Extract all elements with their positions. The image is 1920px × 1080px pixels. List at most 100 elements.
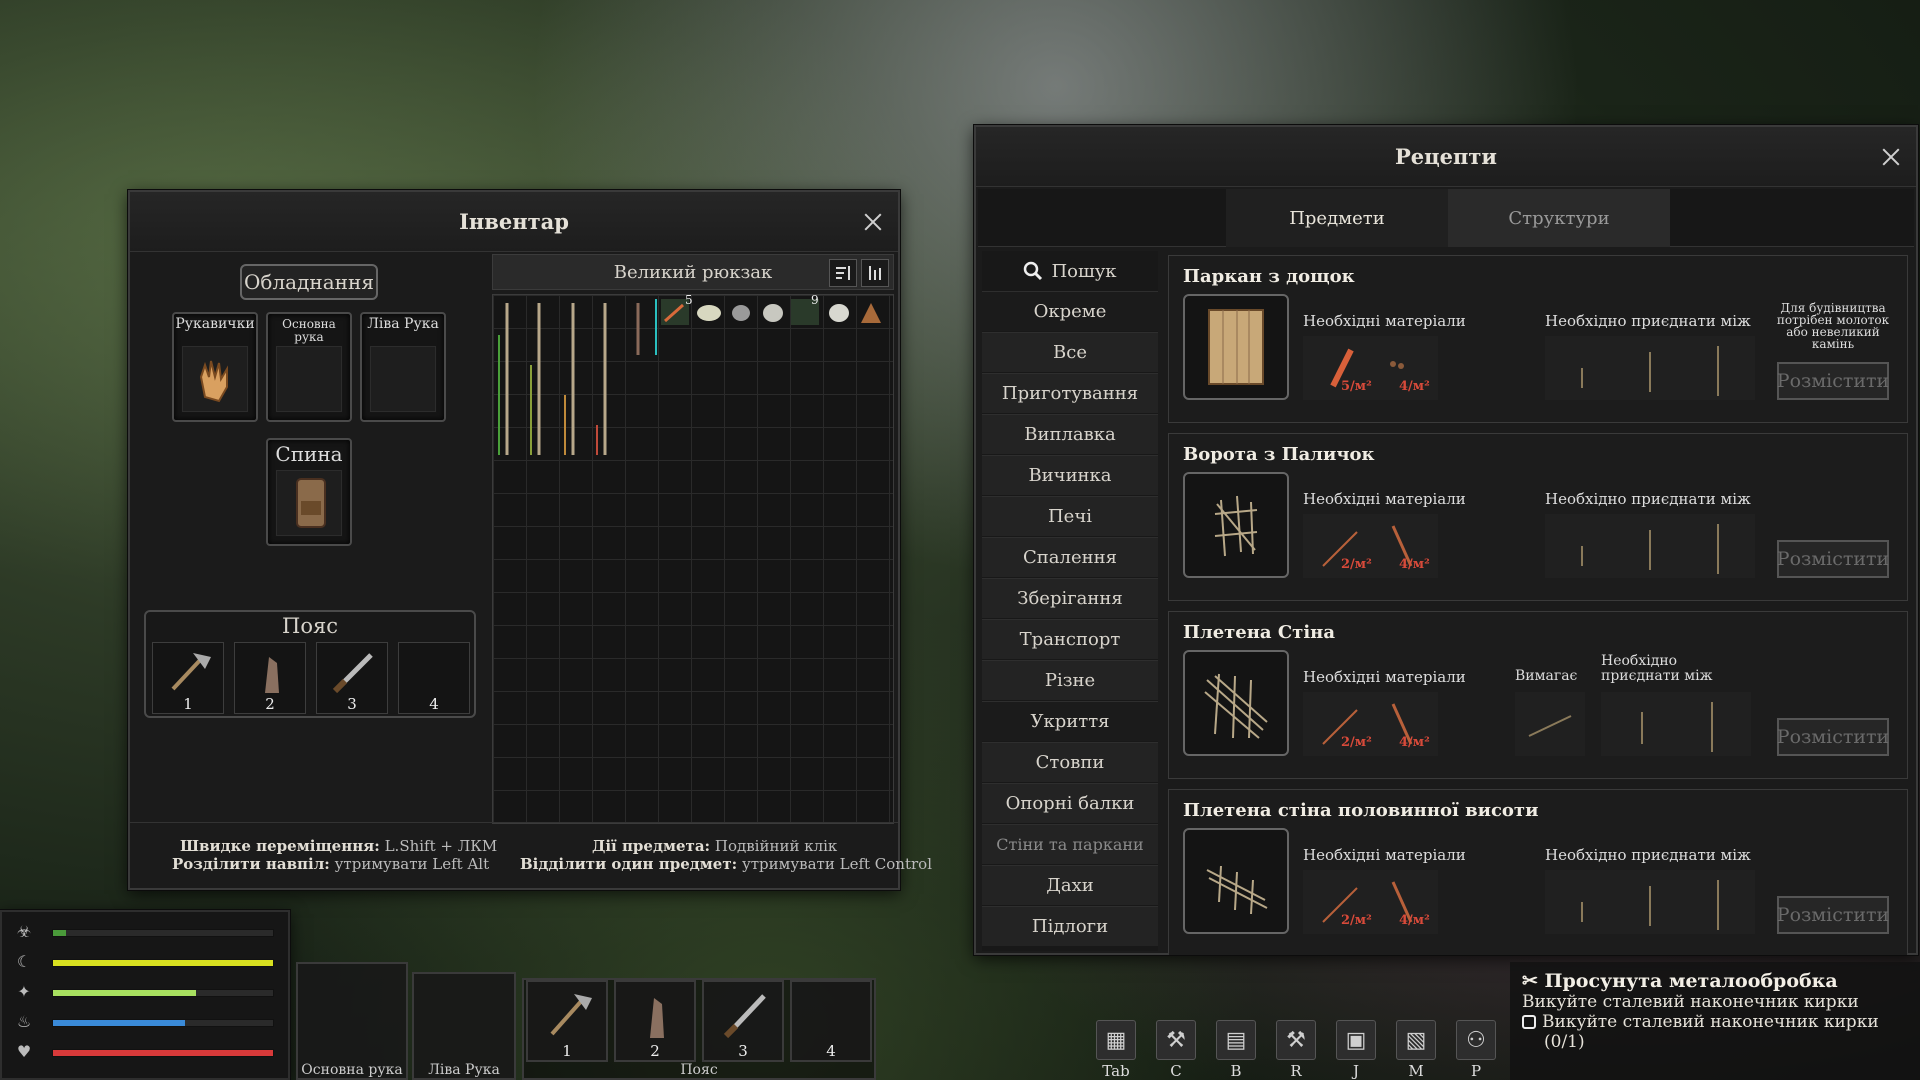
category-6[interactable]: Спалення	[982, 537, 1158, 577]
category-15[interactable]: Підлоги	[982, 906, 1158, 946]
backpack-item[interactable]	[276, 470, 342, 536]
status-row: ☣	[12, 922, 282, 944]
attach-box	[1545, 514, 1755, 578]
left-hand-empty	[370, 346, 436, 412]
category-7[interactable]: Зберігання	[982, 578, 1158, 618]
belt-slot-number: 3	[347, 695, 357, 713]
hint-value: утримувати Left Alt	[334, 855, 490, 873]
hotbar-number: 2	[650, 1042, 660, 1060]
category-2[interactable]: Приготування	[982, 373, 1158, 413]
category-13[interactable]: Стіни та паркани	[982, 824, 1158, 864]
belt-slot-2[interactable]: 2	[234, 642, 306, 714]
material-qty: 2/м²	[1341, 913, 1372, 928]
category-11[interactable]: Стовпи	[982, 742, 1158, 782]
material-qty: 4/м²	[1399, 557, 1430, 572]
category-10[interactable]: Укриття	[982, 701, 1158, 741]
hotbar-slot-3[interactable]: 3	[702, 980, 784, 1062]
belt-slot-4[interactable]: 4	[398, 642, 470, 714]
backpack-grid[interactable]: 5 9	[492, 293, 894, 824]
material-qty: 4/м²	[1399, 913, 1430, 928]
inventory-close-icon[interactable]	[862, 211, 884, 233]
resource-item[interactable]	[763, 304, 783, 322]
sort-icon[interactable]	[829, 259, 857, 287]
recipe-name: Плетена Стіна	[1183, 622, 1336, 643]
status-bar	[52, 929, 274, 937]
quest-icon: ✂	[1522, 970, 1538, 992]
category-8[interactable]: Транспорт	[982, 619, 1158, 659]
quick-key-label: B	[1230, 1062, 1242, 1080]
belt-slot-3[interactable]: 3	[316, 642, 388, 714]
recipes-tabs: Предмети Структури	[978, 189, 1914, 247]
material-qty: 2/м²	[1341, 557, 1372, 572]
hotbar-number: 3	[738, 1042, 748, 1060]
category-1[interactable]: Все	[982, 332, 1158, 372]
hotbar-main-hand[interactable]: Основна рука	[296, 962, 408, 1080]
hotbar-slot-4[interactable]: 4	[790, 980, 872, 1062]
quest-tracker: ✂ Просунута металообробка Викуйте сталев…	[1510, 962, 1920, 1080]
place-button[interactable]: Розмістити	[1777, 362, 1889, 400]
hint-value: L.Shift + ЛКМ	[384, 837, 498, 855]
quick-key-0[interactable]: ▦ Tab	[1094, 1020, 1138, 1080]
resource-item[interactable]	[732, 305, 750, 321]
category-12[interactable]: Опорні балки	[982, 783, 1158, 823]
gloves-item[interactable]	[182, 346, 248, 412]
gloves-slot[interactable]: Рукавички	[172, 312, 258, 422]
equipment-panel: Обладнання Рукавички Основна рука Ліва Р…	[130, 254, 488, 824]
quick-key-icon: ▦	[1096, 1020, 1136, 1060]
quick-key-4[interactable]: ▣ J	[1334, 1020, 1378, 1080]
quick-key-1[interactable]: ⚒ C	[1154, 1020, 1198, 1080]
category-3[interactable]: Виплавка	[982, 414, 1158, 454]
recipe-card[interactable]: Паркан з дощок Необхідні матеріали 5/м² 4/м…	[1168, 255, 1908, 423]
hotbar-slot-1[interactable]: 1	[526, 980, 608, 1062]
category-9[interactable]: Різне	[982, 660, 1158, 700]
status-bar-fill	[53, 990, 196, 996]
recipe-preview-icon	[1183, 650, 1289, 756]
attach-label: Необхідно приєднати між	[1601, 653, 1713, 684]
attach-box	[1545, 870, 1755, 934]
place-button[interactable]: Розмістити	[1777, 718, 1889, 756]
hotbar-slot-2[interactable]: 2	[614, 980, 696, 1062]
back-slot[interactable]: Спина	[266, 438, 352, 546]
place-button[interactable]: Розмістити	[1777, 896, 1889, 934]
quest-checkbox[interactable]	[1522, 1015, 1536, 1029]
category-14[interactable]: Дахи	[982, 865, 1158, 905]
place-button[interactable]: Розмістити	[1777, 540, 1889, 578]
hotbar-left-hand[interactable]: Ліва Рука	[412, 972, 516, 1080]
resource-item[interactable]	[861, 303, 881, 323]
quick-key-label: R	[1290, 1062, 1302, 1080]
recipe-card[interactable]: Плетена Стіна Необхідні матеріали 2/м² 4/м²…	[1168, 611, 1908, 779]
quick-key-icon: ▣	[1336, 1020, 1376, 1060]
main-hand-slot[interactable]: Основна рука	[266, 312, 352, 422]
recipes-close-icon[interactable]	[1880, 146, 1902, 168]
status-panel: ☣ ☾ ✦ ♨ ♥	[0, 910, 290, 1080]
meat-icon: ✦	[17, 982, 31, 1001]
belt-slot-1[interactable]: 1	[152, 642, 224, 714]
filter-icon[interactable]	[861, 259, 889, 287]
quick-key-5[interactable]: ▧ M	[1394, 1020, 1438, 1080]
quick-key-2[interactable]: ▤ B	[1214, 1020, 1258, 1080]
left-hand-slot[interactable]: Ліва Рука	[360, 312, 446, 422]
quick-key-6[interactable]: ⚇ P	[1454, 1020, 1498, 1080]
category-4[interactable]: Вичинка	[982, 455, 1158, 495]
search-icon	[1024, 261, 1043, 281]
left-hand-slot-label: Ліва Рука	[367, 316, 439, 332]
resource-item[interactable]	[829, 304, 849, 322]
material-qty: 4/м²	[1399, 379, 1430, 394]
tab-structures[interactable]: Структури	[1448, 189, 1670, 247]
search-button[interactable]: Пошук	[982, 251, 1158, 291]
recipe-preview-icon	[1183, 294, 1289, 400]
recipe-preview-icon	[1183, 472, 1289, 578]
attach-label: Необхідно приєднати між	[1545, 846, 1751, 864]
quick-key-3[interactable]: ⚒ R	[1274, 1020, 1318, 1080]
resource-item[interactable]	[697, 305, 721, 321]
category-5[interactable]: Печі	[982, 496, 1158, 536]
materials-box: 2/м² 4/м²	[1303, 870, 1438, 934]
tab-items[interactable]: Предмети	[1226, 189, 1448, 247]
recipe-card[interactable]: Ворота з Паличок Необхідні матеріали 2/м² 4…	[1168, 433, 1908, 601]
quest-progress: (0/1)	[1544, 1032, 1585, 1052]
recipe-list[interactable]: Паркан з дощок Необхідні матеріали 5/м² 4/м…	[1168, 255, 1908, 955]
recipe-card[interactable]: Плетена стіна половинної висоти Необхідні…	[1168, 789, 1908, 955]
hint-value: утримувати Left Control	[741, 855, 932, 873]
backpack-title: Великий рюкзак	[613, 261, 773, 283]
category-0[interactable]: Окреме	[982, 291, 1158, 331]
